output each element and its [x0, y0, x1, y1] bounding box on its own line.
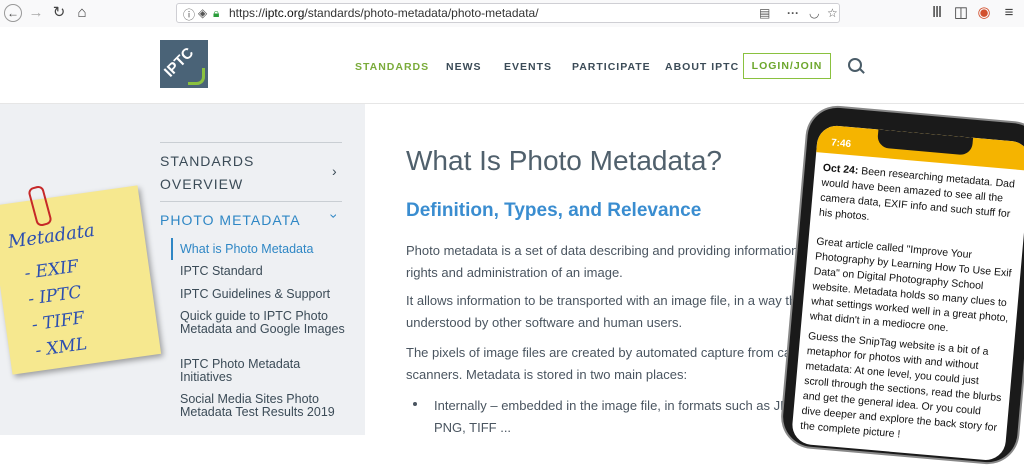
back-icon[interactable]: ←: [4, 4, 22, 22]
paragraph-line: The pixels of image files are created by…: [406, 345, 810, 360]
reload-icon[interactable]: ↻: [50, 4, 68, 22]
sidebar-item-quick-guide[interactable]: Quick guide to IPTC Photo Metadata and G…: [180, 310, 348, 336]
phone-note-1: Oct 24: Been researching metadata. Dad w…: [818, 161, 1022, 238]
pocket-icon[interactable]: ◡: [809, 6, 819, 20]
phone-mockup: 7:46 Oct 24: Been researching metadata. …: [780, 105, 1024, 465]
sidebar-item-social-media-results[interactable]: Social Media Sites Photo Metadata Test R…: [180, 393, 348, 419]
paragraph-2: It allows information to be transported …: [406, 290, 826, 334]
url-bar[interactable]: ⓘ ◈ 🔒︎ https://iptc.org/standards/photo-…: [176, 3, 840, 23]
url-path: /standards/photo-metadata/photo-metadata…: [304, 6, 539, 20]
url-text[interactable]: https://iptc.org/standards/photo-metadat…: [229, 6, 539, 20]
chevron-down-icon[interactable]: ›: [326, 214, 342, 219]
extension-icon[interactable]: ◉: [975, 4, 993, 22]
note-line: - IPTC: [26, 282, 83, 310]
home-icon[interactable]: ⌂: [73, 4, 91, 22]
divider: [160, 201, 342, 202]
iptc-logo[interactable]: IPTC: [160, 40, 208, 88]
site-header: IPTC STANDARDS NEWS EVENTS PARTICIPATE A…: [0, 27, 1024, 104]
nav-news[interactable]: NEWS: [446, 61, 482, 73]
sidebar-item-what-is-photo-metadata[interactable]: What is Photo Metadata: [180, 243, 348, 256]
active-indicator: [171, 238, 173, 260]
reader-view-icon[interactable]: ▤: [759, 6, 770, 20]
paragraph-line: rights and administration of an image.: [406, 265, 623, 280]
paragraph-3: The pixels of image files are created by…: [406, 342, 826, 386]
sidebar-item-iptc-standard[interactable]: IPTC Standard: [180, 265, 348, 278]
forward-icon[interactable]: →: [27, 4, 45, 22]
sticky-note: Metadata - EXIF - IPTC - TIFF - XML: [0, 185, 162, 375]
paragraph-line: Photo metadata is a set of data describi…: [406, 243, 799, 258]
search-icon[interactable]: [848, 58, 862, 72]
divider: [160, 142, 342, 143]
sidebar-icon[interactable]: ◫: [952, 4, 970, 22]
page-subtitle: Definition, Types, and Relevance: [406, 200, 702, 221]
nav-events[interactable]: EVENTS: [504, 61, 552, 73]
library-icon[interactable]: Ⅲ: [928, 4, 946, 22]
phone-screen: 7:46 Oct 24: Been researching metadata. …: [790, 124, 1024, 462]
logo-mark-icon: [188, 68, 205, 85]
lock-icon[interactable]: 🔒︎: [213, 6, 219, 21]
phone-time: 7:46: [830, 137, 852, 151]
sidebar-item-initiatives[interactable]: IPTC Photo Metadata Initiatives: [180, 358, 348, 384]
sidebar-section-label: OVERVIEW: [160, 176, 244, 192]
note-line: Metadata: [6, 219, 97, 253]
phone-note-3: Guess the SnipTag website is a bit of a …: [799, 330, 1002, 441]
browser-toolbar: ← → ↻ ⌂ ⓘ ◈ 🔒︎ https://iptc.org/standard…: [0, 0, 1024, 28]
paragraph-line: understood by other software and human u…: [406, 315, 683, 330]
sidebar-section-standards-overview[interactable]: STANDARDS OVERVIEW: [160, 153, 254, 192]
nav-about-iptc[interactable]: ABOUT IPTC: [665, 61, 739, 73]
chevron-right-icon[interactable]: ›: [332, 163, 337, 179]
shield-icon[interactable]: ◈: [198, 6, 207, 20]
url-scheme: https://: [229, 6, 266, 20]
note-date: Oct 24:: [822, 161, 859, 177]
url-host: iptc.org: [265, 6, 305, 20]
sidebar-section-photo-metadata[interactable]: PHOTO METADATA: [160, 212, 301, 228]
paragraph-line: scanners. Metadata is stored in two main…: [406, 367, 688, 382]
nav-standards[interactable]: STANDARDS: [355, 61, 429, 73]
sidebar-section-label: STANDARDS: [160, 153, 255, 169]
page-title: What Is Photo Metadata?: [406, 145, 722, 176]
info-icon[interactable]: ⓘ: [183, 6, 195, 23]
nav-participate[interactable]: PARTICIPATE: [572, 61, 651, 73]
note-line: - XML: [34, 334, 89, 362]
page-actions-icon[interactable]: ···: [787, 6, 799, 20]
note-line: - EXIF: [23, 256, 80, 284]
login-join-button[interactable]: LOGIN/JOIN: [743, 53, 831, 79]
menu-icon[interactable]: ≡: [1000, 4, 1018, 22]
paragraph-line: It allows information to be transported …: [406, 293, 804, 308]
sidebar-item-guidelines[interactable]: IPTC Guidelines & Support: [180, 288, 348, 301]
paragraph-1: Photo metadata is a set of data describi…: [406, 240, 826, 284]
bullet-icon: [413, 402, 417, 406]
bookmark-star-icon[interactable]: ☆: [827, 6, 838, 20]
note-line: - TIFF: [30, 308, 86, 336]
phone-note-2: Great article called "Improve Your Photo…: [809, 235, 1012, 335]
